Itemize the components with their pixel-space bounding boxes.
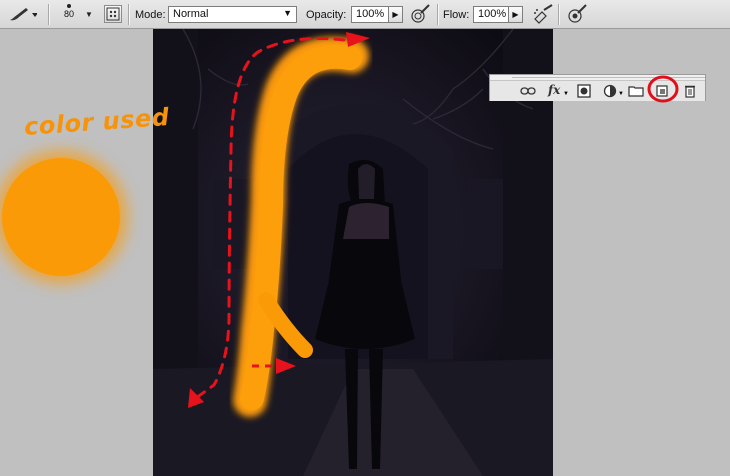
flow-slider-button[interactable]: ▶ xyxy=(509,6,523,23)
link-layers-icon[interactable] xyxy=(520,84,536,98)
fx-dropdown-icon: ▼ xyxy=(563,91,569,97)
brush-size-value: 80 xyxy=(63,9,74,19)
separator xyxy=(558,4,560,25)
new-group-folder-icon[interactable] xyxy=(628,84,644,98)
blend-mode-value: Normal xyxy=(173,8,209,20)
separator xyxy=(48,4,50,25)
panel-divider xyxy=(512,77,705,78)
opacity-slider-button[interactable]: ▶ xyxy=(389,6,403,23)
add-layer-mask-icon[interactable] xyxy=(576,84,592,98)
blend-mode-select[interactable]: Normal ▼ xyxy=(168,6,297,23)
flow-label: Flow: xyxy=(443,9,470,21)
tool-options-bar: 80 ▼ Mode: Normal ▼ Opacity: 100% ▶ Flow… xyxy=(0,0,730,29)
brush-preset-dropdown-icon[interactable]: ▼ xyxy=(85,10,93,19)
brush-preset-picker[interactable]: 80 xyxy=(57,2,81,26)
adjustment-dropdown-icon: ▼ xyxy=(618,91,624,97)
separator xyxy=(128,4,130,25)
flow-input[interactable]: 100% xyxy=(473,6,509,23)
brush-tip-icon xyxy=(67,4,71,8)
color-used-caption: color used xyxy=(23,102,171,142)
chevron-down-icon: ▼ xyxy=(283,8,292,18)
opacity-value: 100% xyxy=(356,8,385,20)
airbrush-icon[interactable] xyxy=(532,3,554,25)
layers-panel-button-row: fx ▼ ▼ xyxy=(490,80,705,101)
brush-tool-preset-icon[interactable] xyxy=(7,5,37,23)
flow-value: 100% xyxy=(478,8,507,20)
toggle-brush-panel-button[interactable] xyxy=(104,5,122,23)
color-swatch-orange xyxy=(2,158,120,276)
trash-delete-layer-icon[interactable] xyxy=(682,84,698,98)
adjustment-layer-icon[interactable] xyxy=(602,84,618,98)
new-layer-icon[interactable] xyxy=(654,84,670,98)
layers-panel-bottom-bar: fx ▼ ▼ xyxy=(489,74,706,101)
opacity-label: Opacity: xyxy=(306,9,347,21)
separator xyxy=(437,4,439,25)
layer-style-fx-icon[interactable]: fx xyxy=(548,83,564,97)
mode-label: Mode: xyxy=(135,9,166,21)
tablet-pressure-opacity-icon[interactable] xyxy=(409,3,431,25)
tablet-pressure-size-icon[interactable] xyxy=(566,3,588,25)
brush-panel-icon xyxy=(106,7,120,21)
opacity-input[interactable]: 100% xyxy=(351,6,389,23)
